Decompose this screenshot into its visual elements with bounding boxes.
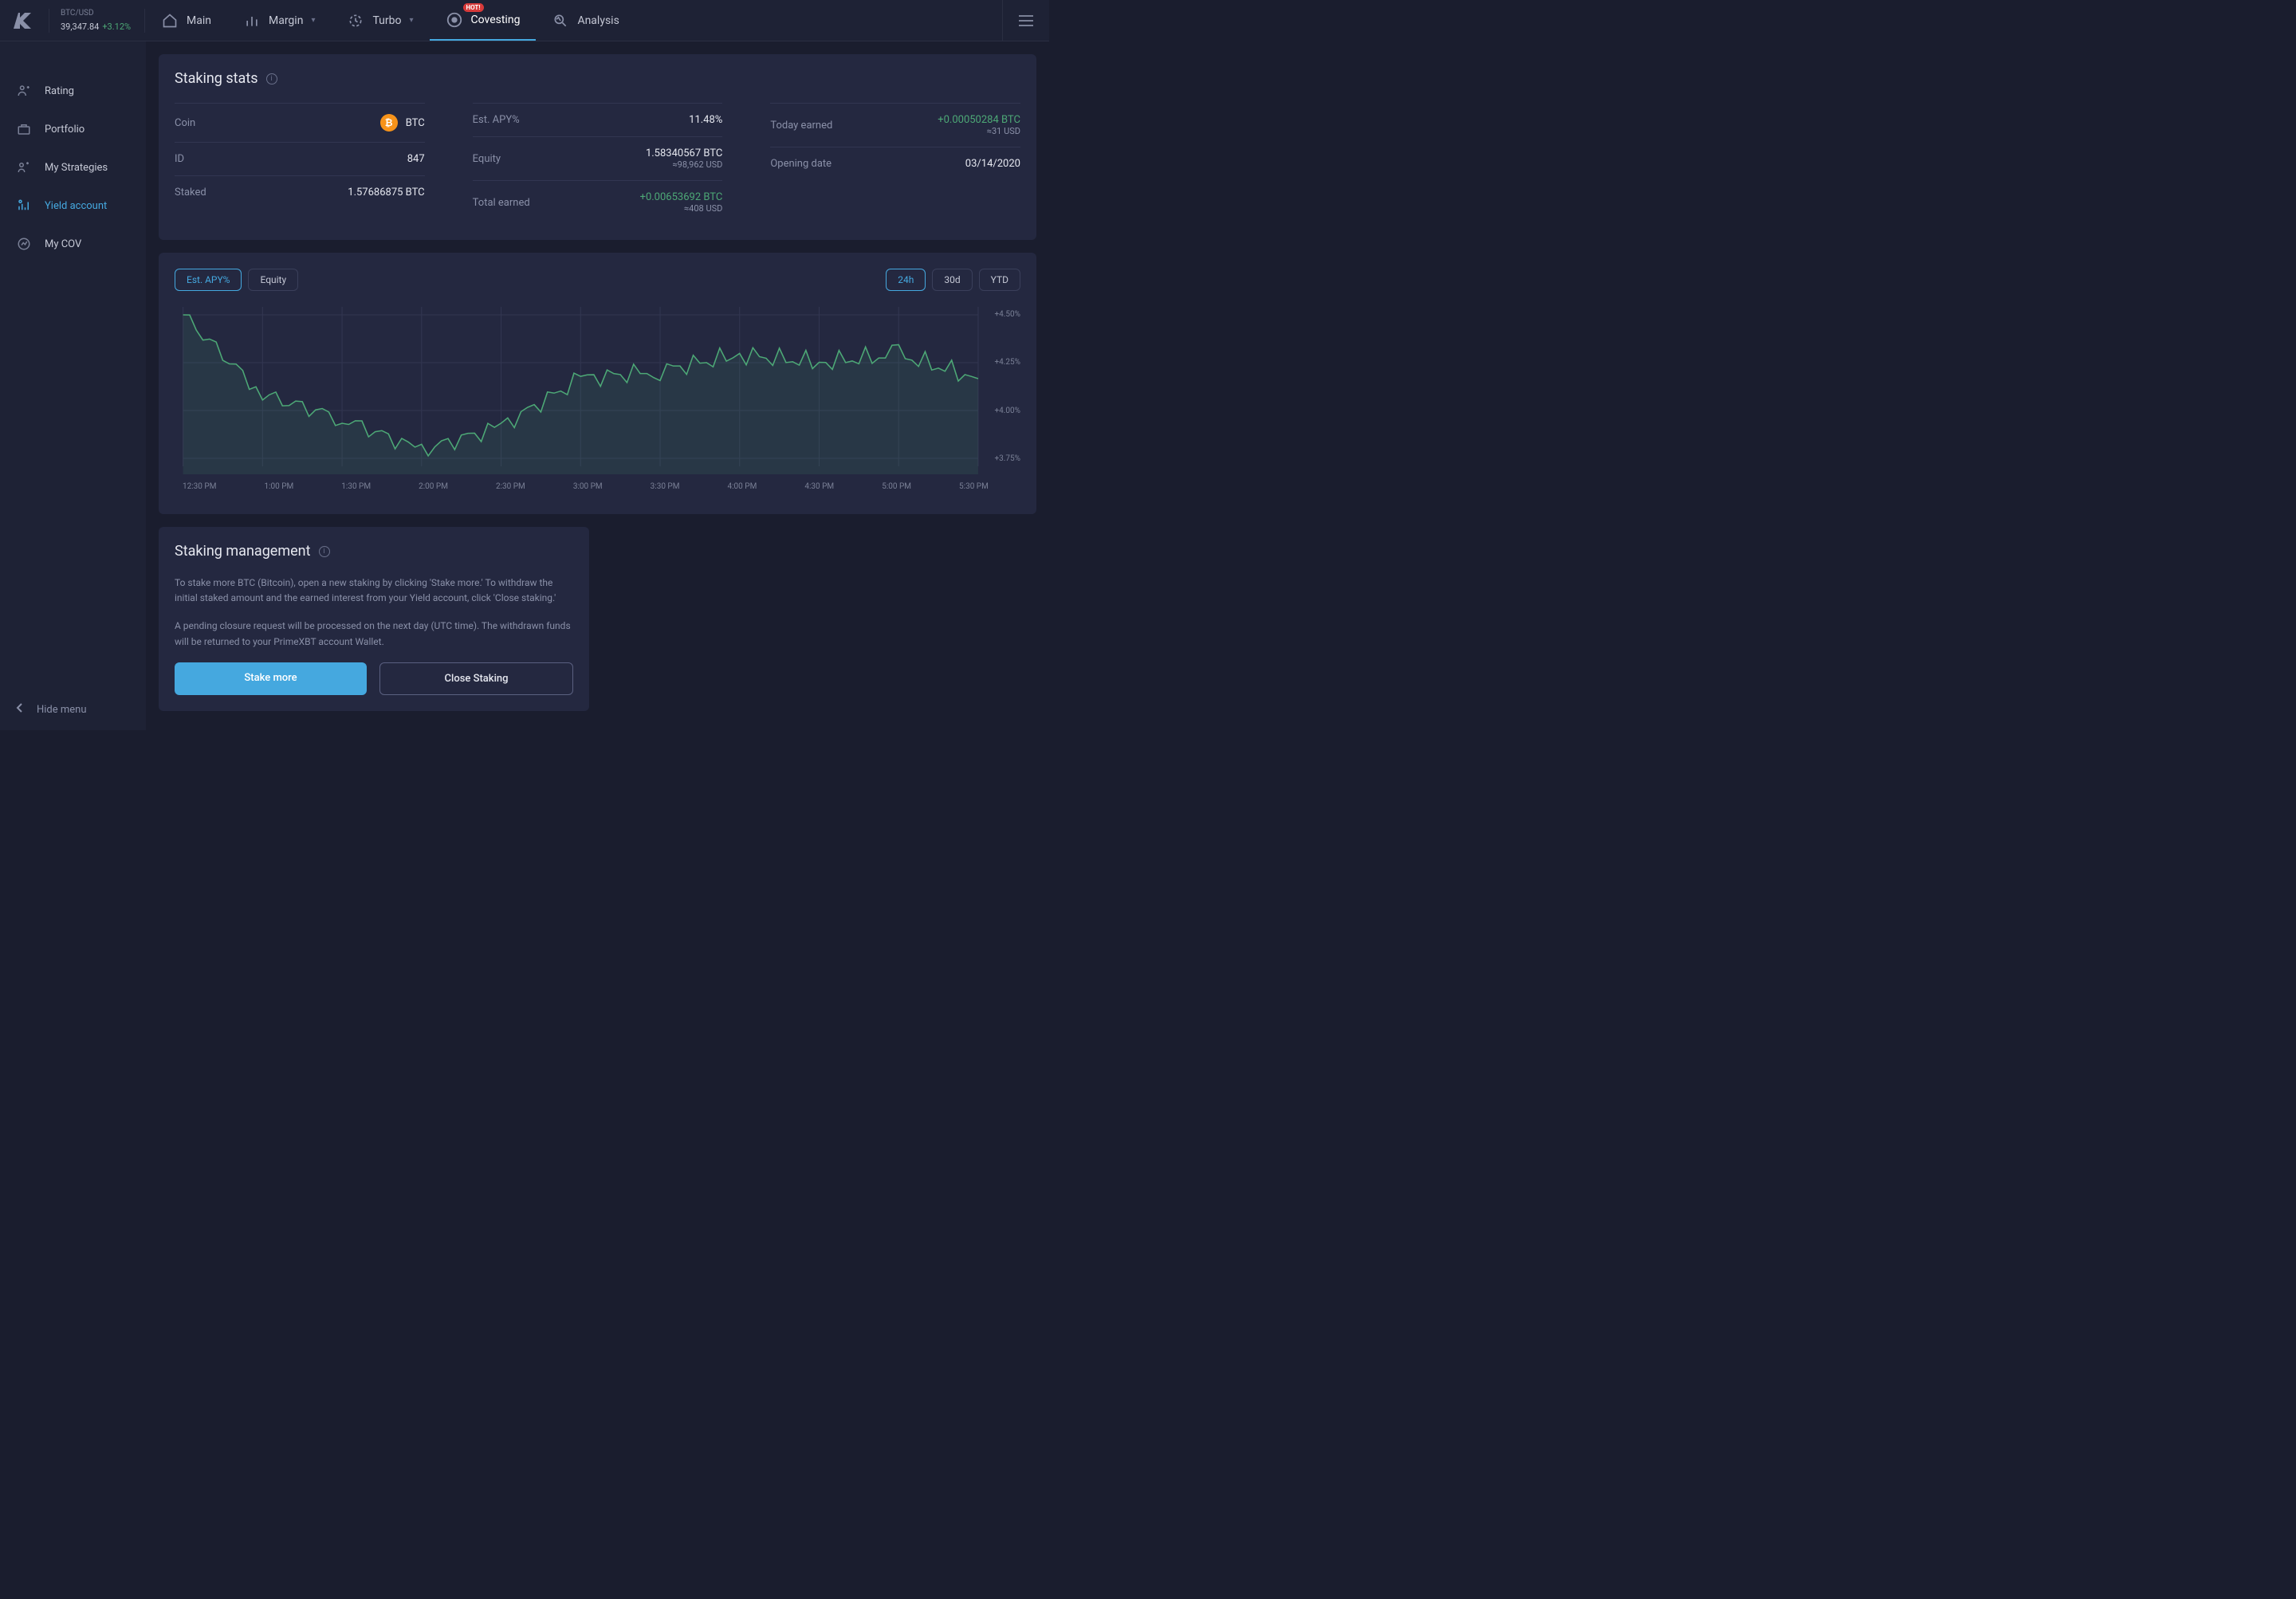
staking-management-card: Staking management i To stake more BTC (… <box>159 527 589 711</box>
hot-badge: HOT! <box>463 3 484 12</box>
card-title: Staking management <box>175 543 311 560</box>
stat-value: 847 <box>407 153 425 165</box>
chart-card: Est. APY% Equity 24h 30d YTD +4.50%+4.25… <box>159 253 1036 514</box>
target-icon <box>446 11 463 29</box>
briefcase-icon <box>16 121 32 137</box>
chevron-left-icon <box>16 703 24 716</box>
stat-label: Est. APY% <box>473 114 520 126</box>
stat-label: ID <box>175 153 184 165</box>
sidebar-item-portfolio[interactable]: Portfolio <box>0 110 146 148</box>
home-icon <box>161 12 179 29</box>
sidebar-item-strategies[interactable]: My Strategies <box>0 148 146 187</box>
staking-stats-card: Staking stats i Coin ₿ BTC ID 847 <box>159 54 1036 240</box>
stat-label: Total earned <box>473 197 530 209</box>
stat-value: 03/14/2020 <box>965 158 1020 170</box>
header: BTC/USD 39,347.84 +3.12% Main Margin ▾ T… <box>0 0 1049 41</box>
stat-today-earned: Today earned +0.00050284 BTC ≈31 USD <box>770 103 1020 147</box>
nav-main[interactable]: Main <box>145 0 227 41</box>
chart-area: +4.50%+4.25%+4.00%+3.75% 12:30 PM1:00 PM… <box>175 299 1020 498</box>
stat-sub: ≈98,962 USD <box>646 159 722 170</box>
stat-staked: Staked 1.57686875 BTC <box>175 175 425 209</box>
nav-margin[interactable]: Margin ▾ <box>227 0 331 41</box>
stat-total-earned: Total earned +0.00653692 BTC ≈408 USD <box>473 180 723 224</box>
stat-label: Equity <box>473 153 501 165</box>
cov-icon <box>16 236 32 252</box>
sidebar-item-yield[interactable]: Yield account <box>0 187 146 225</box>
nav-label: Turbo <box>372 14 401 27</box>
sidebar-item-rating[interactable]: Rating <box>0 72 146 110</box>
stat-apy: Est. APY% 11.48% <box>473 103 723 136</box>
stat-value: +0.00050284 BTC <box>938 114 1020 126</box>
card-header: Staking management i <box>175 543 573 560</box>
nav-analysis[interactable]: Analysis <box>536 0 635 41</box>
chart-plot <box>175 299 1020 474</box>
sidebar: Rating Portfolio My Strategies Yield acc… <box>0 41 146 730</box>
stat-value: BTC <box>406 117 425 129</box>
card-header: Staking stats i <box>175 70 1020 87</box>
sidebar-item-label: My Strategies <box>45 162 108 174</box>
mgmt-paragraph: To stake more BTC (Bitcoin), open a new … <box>175 576 573 606</box>
btc-icon: ₿ <box>380 114 398 132</box>
pill-equity[interactable]: Equity <box>248 269 298 291</box>
yield-icon <box>16 198 32 214</box>
stat-coin: Coin ₿ BTC <box>175 103 425 142</box>
info-icon[interactable]: i <box>266 73 277 84</box>
mgmt-paragraph: A pending closure request will be proces… <box>175 619 573 649</box>
pill-apy[interactable]: Est. APY% <box>175 269 242 291</box>
nav-label: Analysis <box>577 14 619 27</box>
range-selector: 24h 30d YTD <box>886 269 1020 291</box>
metric-selector: Est. APY% Equity <box>175 269 298 291</box>
rating-icon <box>16 83 32 99</box>
main-nav: Main Margin ▾ Turbo ▾ HOT! Covesting Ana… <box>145 0 635 41</box>
chevron-down-icon: ▾ <box>409 16 413 25</box>
x-axis-labels: 12:30 PM1:00 PM1:30 PM2:00 PM2:30 PM3:00… <box>175 477 1020 491</box>
card-title: Staking stats <box>175 70 258 87</box>
nav-label: Margin <box>269 14 303 27</box>
main-content: Staking stats i Coin ₿ BTC ID 847 <box>146 41 1049 730</box>
pill-24h[interactable]: 24h <box>886 269 926 291</box>
stat-value: 1.58340567 BTC <box>646 147 722 159</box>
info-icon[interactable]: i <box>319 546 330 557</box>
stat-label: Today earned <box>770 120 832 132</box>
sidebar-item-cov[interactable]: My COV <box>0 225 146 263</box>
sidebar-item-label: My COV <box>45 238 81 250</box>
pill-30d[interactable]: 30d <box>932 269 972 291</box>
stat-sub: ≈408 USD <box>640 203 723 214</box>
hamburger-menu[interactable] <box>1002 0 1049 41</box>
nav-covesting[interactable]: HOT! Covesting <box>430 0 537 41</box>
stat-id: ID 847 <box>175 142 425 175</box>
stat-value: 1.57686875 BTC <box>348 187 424 198</box>
analysis-icon <box>552 12 569 29</box>
stat-label: Opening date <box>770 158 832 170</box>
stat-sub: ≈31 USD <box>938 126 1020 136</box>
chevron-down-icon: ▾ <box>311 16 315 25</box>
stat-label: Staked <box>175 187 206 198</box>
stat-label: Coin <box>175 117 195 129</box>
hide-menu-label: Hide menu <box>37 704 87 716</box>
bars-icon <box>243 12 261 29</box>
sidebar-item-label: Rating <box>45 85 74 97</box>
y-axis-labels: +4.50%+4.25%+4.00%+3.75% <box>995 299 1021 474</box>
nav-turbo[interactable]: Turbo ▾ <box>331 0 429 41</box>
ticker-change: +3.12% <box>102 22 131 32</box>
sidebar-item-label: Portfolio <box>45 124 85 136</box>
hide-menu-button[interactable]: Hide menu <box>0 689 146 730</box>
stake-more-button[interactable]: Stake more <box>175 662 367 695</box>
stat-equity: Equity 1.58340567 BTC ≈98,962 USD <box>473 136 723 180</box>
close-staking-button[interactable]: Close Staking <box>379 662 573 695</box>
ticker-pair: BTC/USD <box>61 9 133 18</box>
stat-value: 11.48% <box>689 114 722 126</box>
stat-opening-date: Opening date 03/14/2020 <box>770 147 1020 180</box>
stat-value: +0.00653692 BTC <box>640 191 723 203</box>
logo[interactable] <box>0 13 49 29</box>
ticker-price: 39,347.84 <box>61 22 99 32</box>
ticker[interactable]: BTC/USD 39,347.84 +3.12% <box>49 9 145 33</box>
nav-label: Covesting <box>471 14 521 26</box>
pill-ytd[interactable]: YTD <box>979 269 1020 291</box>
turbo-icon <box>347 12 364 29</box>
nav-label: Main <box>187 14 211 27</box>
sidebar-item-label: Yield account <box>45 200 107 212</box>
strategy-icon <box>16 159 32 175</box>
